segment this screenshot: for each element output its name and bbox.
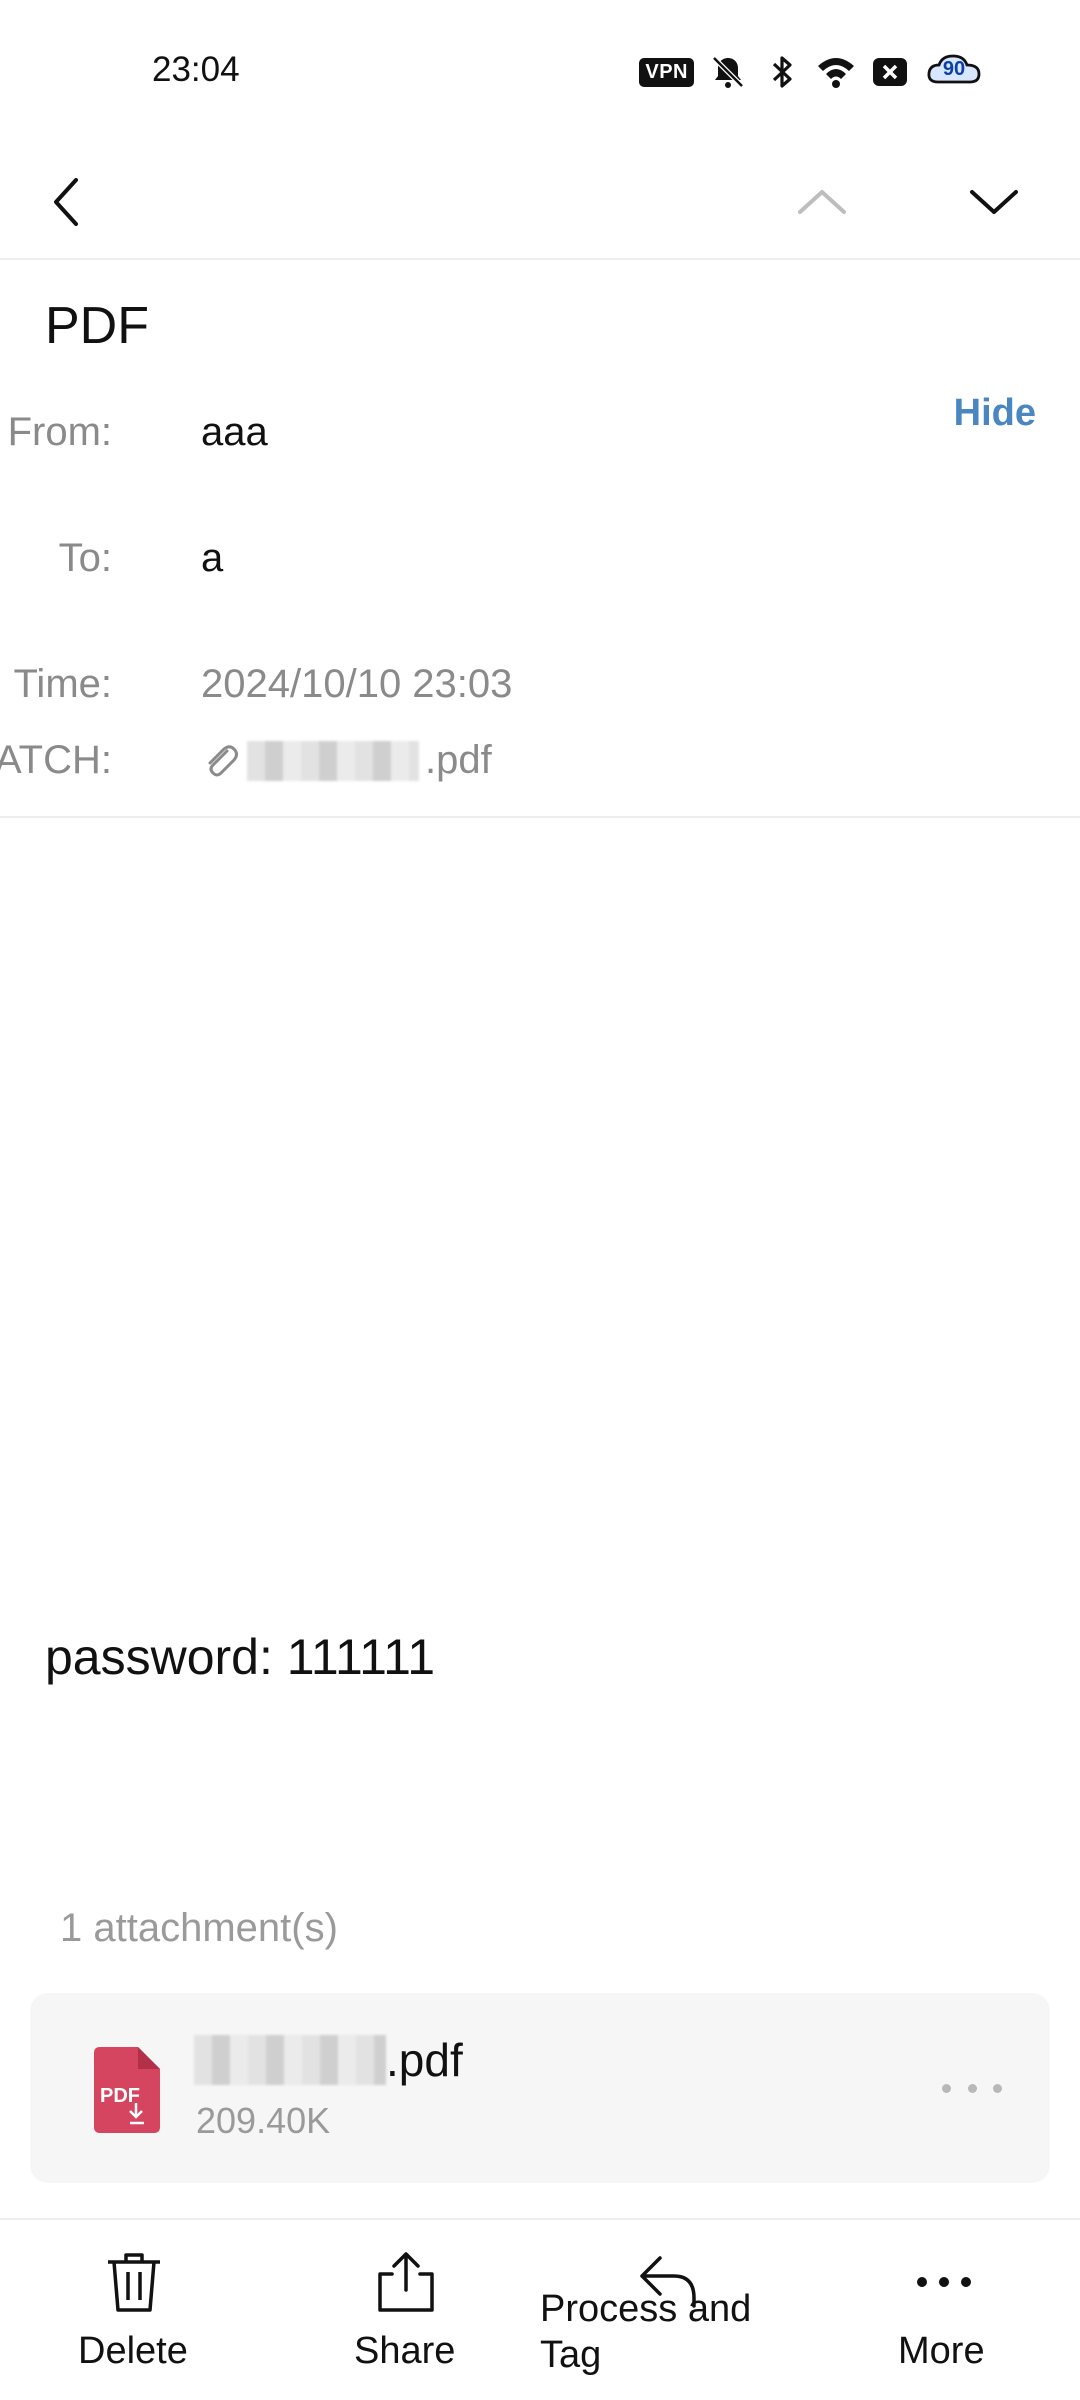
trash-icon xyxy=(108,2253,160,2312)
to-value[interactable]: a xyxy=(201,536,223,581)
previous-mail-icon xyxy=(798,190,846,214)
redacted-filename xyxy=(247,740,419,781)
hide-details-link[interactable]: Hide xyxy=(954,392,1036,435)
from-value[interactable]: aaa xyxy=(201,410,268,455)
header-divider xyxy=(0,816,1080,818)
attachment-more-button[interactable] xyxy=(942,2073,1002,2103)
more-dot xyxy=(993,2083,1002,2093)
delete-label: Delete xyxy=(78,2330,188,2372)
attachment-card[interactable]: PDF .pdf 209.40K xyxy=(30,1993,1050,2183)
attachment-size: 209.40K xyxy=(196,2100,331,2141)
time-value: 2024/10/10 23:03 xyxy=(201,662,513,706)
from-label: From: xyxy=(7,410,112,454)
delete-button[interactable]: Delete xyxy=(60,2220,210,2400)
status-time: 23:04 xyxy=(152,50,240,89)
more-label: More xyxy=(898,2330,985,2372)
more-dot xyxy=(942,2083,951,2093)
previous-mail-button[interactable] xyxy=(782,162,862,242)
bluetooth-icon xyxy=(772,56,792,88)
svg-text:PDF: PDF xyxy=(100,2085,140,2107)
inline-attachment-link[interactable]: .pdf xyxy=(201,738,492,783)
sim-off-icon xyxy=(873,58,907,86)
status-bar: 23:04 VPN 90 xyxy=(0,0,1080,140)
time-label: Time: xyxy=(13,662,112,706)
more-dot xyxy=(967,2083,977,2093)
wifi-icon xyxy=(818,58,854,88)
more-button[interactable]: More xyxy=(880,2220,1030,2400)
pdf-file-icon: PDF xyxy=(94,2047,160,2133)
attachment-ext: .pdf xyxy=(386,2034,463,2086)
back-button[interactable] xyxy=(26,162,106,242)
more-icon xyxy=(917,2277,971,2287)
process-and-tag-label: Process and Tag xyxy=(540,2288,752,2376)
email-detail-screen: 23:04 VPN 90 PDF Hide From: aaa To: a Ti… xyxy=(0,0,1080,2400)
bottom-toolbar: Delete Share Process and Tag More xyxy=(0,2218,1080,2400)
back-icon xyxy=(54,178,78,226)
battery-level: 90 xyxy=(942,58,966,80)
attachment-count: 1 attachment(s) xyxy=(60,1906,338,1950)
next-mail-button[interactable] xyxy=(954,162,1034,242)
status-icons: VPN 90 xyxy=(639,52,984,92)
process-and-tag-button[interactable]: Process and Tag xyxy=(540,2220,790,2400)
battery-icon: 90 xyxy=(924,52,984,92)
to-label: To: xyxy=(58,536,112,580)
share-button[interactable]: Share xyxy=(340,2220,490,2400)
share-label: Share xyxy=(354,2330,456,2372)
attachment-name: .pdf xyxy=(194,2033,463,2087)
attachment-label: ATCH: xyxy=(0,738,112,782)
vpn-icon: VPN xyxy=(639,57,694,87)
share-icon xyxy=(378,2252,434,2312)
redacted-attachment-name xyxy=(194,2035,386,2085)
bell-off-icon xyxy=(712,56,744,88)
next-mail-icon xyxy=(970,190,1018,214)
inline-attachment-ext: .pdf xyxy=(425,738,492,782)
paperclip-icon xyxy=(208,744,238,776)
top-navigation-bar xyxy=(0,140,1080,260)
email-body: password: 111111 xyxy=(45,1629,436,1685)
email-subject: PDF xyxy=(45,297,149,355)
